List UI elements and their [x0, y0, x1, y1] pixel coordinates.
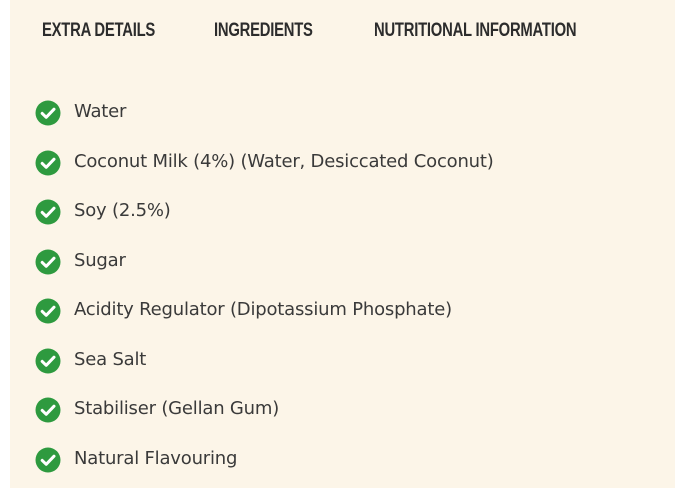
check-circle-icon [35, 150, 61, 176]
ingredient-label: Natural Flavouring [74, 446, 237, 472]
details-tabs: EXTRA DETAILS INGREDIENTS NUTRITIONAL IN… [10, 20, 675, 48]
check-circle-icon [35, 397, 61, 423]
tab-ingredients[interactable]: INGREDIENTS [214, 20, 313, 42]
tab-nutritional-information[interactable]: NUTRITIONAL INFORMATION [374, 20, 576, 42]
ingredient-item: Water [35, 99, 494, 149]
ingredient-label: Water [74, 99, 126, 125]
ingredient-item: Sugar [35, 248, 494, 298]
check-circle-icon [35, 298, 61, 324]
ingredient-label: Stabiliser (Gellan Gum) [74, 396, 279, 422]
ingredient-item: Coconut Milk (4%) (Water, Desiccated Coc… [35, 149, 494, 199]
ingredient-label: Coconut Milk (4%) (Water, Desiccated Coc… [74, 149, 494, 175]
check-circle-icon [35, 249, 61, 275]
check-circle-icon [35, 348, 61, 374]
check-circle-icon [35, 447, 61, 473]
ingredient-label: Acidity Regulator (Dipotassium Phosphate… [74, 297, 452, 323]
ingredient-item: Sea Salt [35, 347, 494, 397]
check-circle-icon [35, 100, 61, 126]
ingredients-list: Water Coconut Milk (4%) (Water, Desiccat… [35, 99, 494, 495]
ingredient-item: Soy (2.5%) [35, 198, 494, 248]
ingredient-item: Acidity Regulator (Dipotassium Phosphate… [35, 297, 494, 347]
tab-extra-details[interactable]: EXTRA DETAILS [42, 20, 155, 42]
check-circle-icon [35, 199, 61, 225]
ingredient-label: Sea Salt [74, 347, 146, 373]
ingredient-item: Stabiliser (Gellan Gum) [35, 396, 494, 446]
ingredient-label: Soy (2.5%) [74, 198, 171, 224]
product-details-panel: EXTRA DETAILS INGREDIENTS NUTRITIONAL IN… [10, 0, 675, 488]
ingredient-label: Sugar [74, 248, 126, 274]
